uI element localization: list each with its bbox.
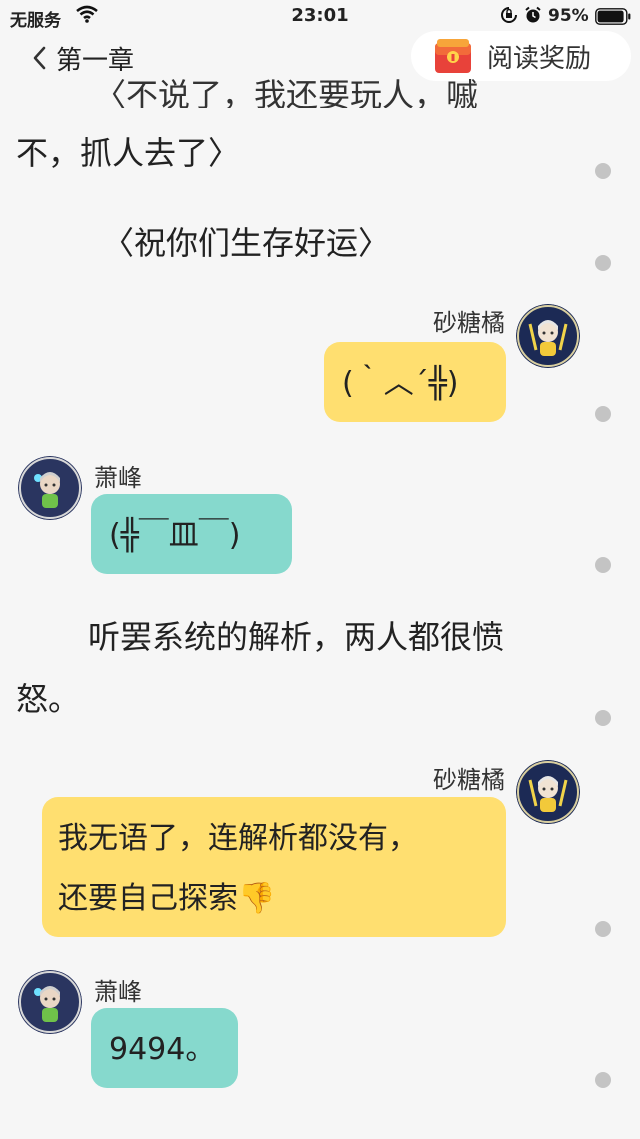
chat-bubble: 我无语了，连解析都没有， 还要自己探索👎 (42, 797, 506, 937)
status-bar: 无服务 23:01 95% (0, 0, 640, 32)
speaker-name: 砂糖橘 (433, 309, 505, 337)
paragraph: 〈祝你们生存好运〉 (102, 224, 391, 262)
avatar[interactable] (516, 760, 580, 824)
avatar[interactable] (18, 456, 82, 520)
speaker-name: 砂糖橘 (433, 766, 505, 794)
reading-reward-label: 阅读奖励 (487, 43, 592, 74)
paragraph-line: 不，抓人去了〉 (16, 134, 241, 172)
alarm-icon (525, 6, 541, 23)
battery-percent: 95% (548, 6, 589, 26)
paragraph-line: 怒。 (16, 680, 81, 718)
comment-dot-icon[interactable] (595, 1072, 611, 1088)
rotation-lock-icon (501, 7, 517, 23)
chat-bubble: 9494。 (91, 1008, 238, 1088)
comment-dot-icon[interactable] (595, 163, 611, 179)
comment-dot-icon[interactable] (595, 710, 611, 726)
speaker-name: 萧峰 (94, 978, 142, 1006)
comment-dot-icon[interactable] (595, 921, 611, 937)
chat-text-line: 还要自己探索👎 (58, 881, 276, 916)
battery-icon (595, 8, 631, 25)
chat-bubble: (╬￣皿￣) (91, 494, 292, 574)
chat-text: (｀︿´╬) (342, 366, 459, 401)
avatar[interactable] (516, 304, 580, 368)
paragraph-line: 听罢系统的解析，两人都很愤 (88, 618, 505, 656)
partial-paragraph-top: 〈不说了，我还要玩人，嘁 (94, 76, 479, 108)
clock: 23:01 (291, 5, 349, 26)
chat-text: 9494。 (109, 1032, 216, 1067)
back-chevron-icon (33, 46, 46, 70)
comment-dot-icon[interactable] (595, 557, 611, 573)
comment-dot-icon[interactable] (595, 406, 611, 422)
chat-text: (╬￣皿￣) (109, 518, 241, 553)
chat-bubble: (｀︿´╬) (324, 342, 506, 422)
speaker-name: 萧峰 (94, 464, 142, 492)
comment-dot-icon[interactable] (595, 255, 611, 271)
chat-text-line: 我无语了，连解析都没有， (58, 821, 418, 856)
avatar[interactable] (18, 970, 82, 1034)
